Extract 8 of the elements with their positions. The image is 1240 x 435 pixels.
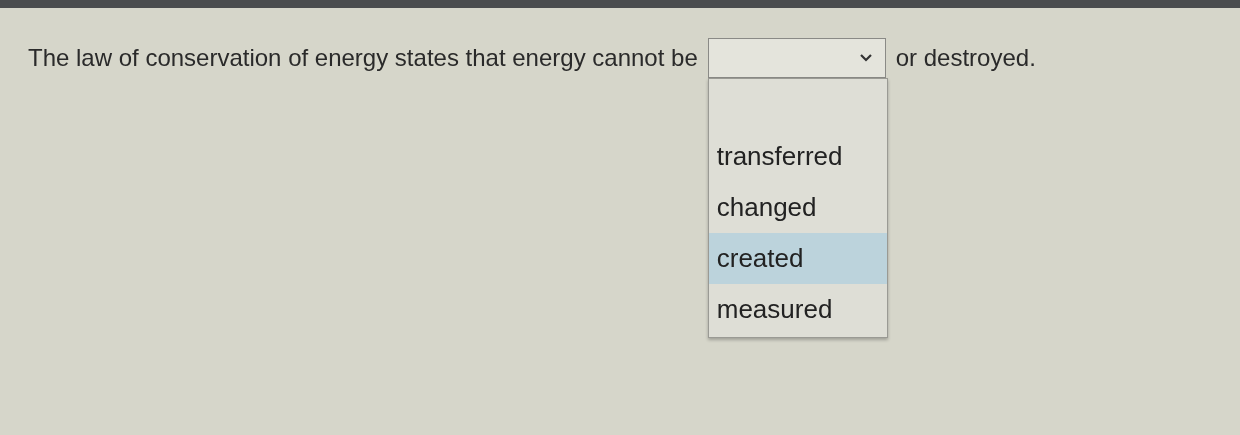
question-text: or destroyed. bbox=[895, 43, 1036, 73]
menu-option[interactable]: transferred bbox=[708, 131, 887, 182]
answer-dropdown[interactable] bbox=[707, 38, 886, 78]
chevron-down-icon bbox=[858, 53, 873, 63]
question-text: The law of conservation of energy states that energy cannot be bbox=[28, 43, 698, 73]
menu-option[interactable]: created bbox=[708, 233, 887, 284]
menu-option[interactable]: changed bbox=[708, 182, 887, 233]
menu-option[interactable]: measured bbox=[708, 284, 887, 335]
